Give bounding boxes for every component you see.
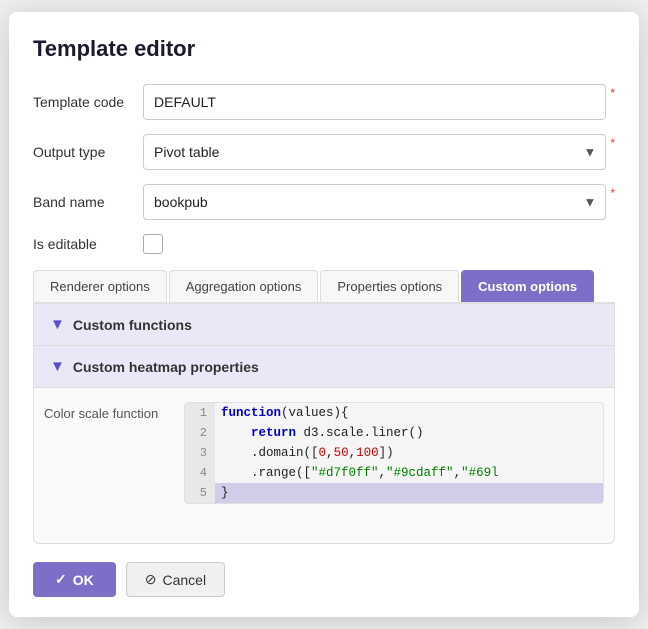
- color-scale-label: Color scale function: [44, 402, 174, 421]
- is-editable-label: Is editable: [33, 236, 143, 252]
- line-number-4: 4: [185, 463, 215, 483]
- tab-content-area: ▼ Custom functions ▼ Custom heatmap prop…: [33, 304, 615, 544]
- line-number-5: 5: [185, 483, 215, 503]
- custom-functions-label: Custom functions: [73, 317, 192, 333]
- line-number-2: 2: [185, 423, 215, 443]
- template-code-label: Template code: [33, 94, 143, 110]
- tabs-row: Renderer options Aggregation options Pro…: [33, 270, 615, 304]
- code-content-5: }: [215, 483, 235, 503]
- dialog-title: Template editor: [33, 36, 615, 62]
- line-number-3: 3: [185, 443, 215, 463]
- template-code-input[interactable]: [143, 84, 606, 120]
- band-name-select[interactable]: bookpub: [143, 184, 606, 220]
- output-type-label: Output type: [33, 144, 143, 160]
- code-line-5: 5 }: [185, 483, 603, 503]
- color-scale-row: Color scale function 1 function(values){…: [34, 388, 614, 514]
- template-code-row: Template code *: [33, 84, 615, 120]
- output-type-select-wrapper: Pivot table ▼: [143, 134, 606, 170]
- code-line-3: 3 .domain([0,50,100]): [185, 443, 603, 463]
- band-name-select-wrapper: bookpub ▼: [143, 184, 606, 220]
- is-editable-row: Is editable: [33, 234, 615, 254]
- code-line-1: 1 function(values){: [185, 403, 603, 423]
- dialog-footer: ✓ OK ⊘ Cancel: [33, 562, 615, 597]
- code-line-4: 4 .range(["#d7f0ff","#9cdaff","#69l: [185, 463, 603, 483]
- color-scale-code-block[interactable]: 1 function(values){ 2 return d3.scale.li…: [184, 402, 604, 504]
- code-content-1: function(values){: [215, 403, 355, 423]
- code-line-2: 2 return d3.scale.liner(): [185, 423, 603, 443]
- code-content-4: .range(["#d7f0ff","#9cdaff","#69l: [215, 463, 505, 483]
- custom-heatmap-accordion[interactable]: ▼ Custom heatmap properties: [34, 346, 614, 388]
- custom-options-tab-content: ▼ Custom functions ▼ Custom heatmap prop…: [33, 304, 615, 544]
- custom-heatmap-label: Custom heatmap properties: [73, 359, 259, 375]
- tab-properties-options[interactable]: Properties options: [320, 270, 459, 302]
- band-name-row: Band name bookpub ▼ *: [33, 184, 615, 220]
- tab-renderer-options[interactable]: Renderer options: [33, 270, 167, 302]
- custom-functions-collapse-icon: ▼: [50, 316, 65, 333]
- tab-aggregation-options[interactable]: Aggregation options: [169, 270, 319, 302]
- cancel-label: Cancel: [162, 572, 206, 588]
- custom-heatmap-collapse-icon: ▼: [50, 358, 65, 375]
- output-type-required: *: [610, 136, 615, 150]
- custom-functions-accordion[interactable]: ▼ Custom functions: [34, 304, 614, 346]
- band-name-label: Band name: [33, 194, 143, 210]
- band-name-required: *: [610, 186, 615, 200]
- output-type-row: Output type Pivot table ▼ *: [33, 134, 615, 170]
- code-content-2: return d3.scale.liner(): [215, 423, 430, 443]
- ok-label: OK: [73, 572, 94, 588]
- template-editor-dialog: Template editor Template code * Output t…: [9, 12, 639, 617]
- template-code-required: *: [610, 86, 615, 100]
- code-content-3: .domain([0,50,100]): [215, 443, 400, 463]
- ok-icon: ✓: [55, 571, 67, 588]
- cancel-button[interactable]: ⊘ Cancel: [126, 562, 225, 597]
- is-editable-checkbox[interactable]: [143, 234, 163, 254]
- ok-button[interactable]: ✓ OK: [33, 562, 116, 597]
- line-number-1: 1: [185, 403, 215, 423]
- tab-custom-options[interactable]: Custom options: [461, 270, 594, 302]
- output-type-select[interactable]: Pivot table: [143, 134, 606, 170]
- cancel-icon: ⊘: [145, 571, 157, 588]
